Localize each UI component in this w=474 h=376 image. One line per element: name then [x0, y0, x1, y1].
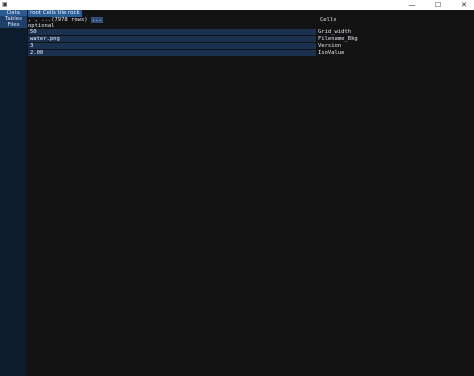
maximize-button[interactable]: ☐	[429, 0, 447, 10]
field-row: 3 Version	[28, 43, 358, 49]
field-row: 50 Grid_width	[28, 29, 358, 35]
isovalue-input[interactable]: 2.00	[28, 50, 316, 56]
field-label: Version	[318, 43, 342, 49]
breadcrumb[interactable]: root Cells tile rock	[28, 10, 82, 17]
panel-title: Cells	[320, 17, 337, 23]
window-titlebar: ▣ — ☐ ✕	[0, 0, 474, 10]
field-label: IsoValue	[318, 50, 345, 56]
minimize-button[interactable]: —	[403, 0, 421, 10]
version-input[interactable]: 3	[28, 43, 316, 49]
filename-bkg-input[interactable]: water.png	[28, 36, 316, 42]
more-button[interactable]: ...	[90, 17, 103, 23]
grid-width-input[interactable]: 50	[28, 29, 316, 35]
field-row: 2.00 IsoValue	[28, 50, 358, 56]
field-label: Grid_width	[318, 29, 352, 35]
sidebar: Data Tables Files	[0, 10, 27, 376]
row-count: (7978 rows)	[51, 17, 88, 23]
field-row: water.png Filename_Bkg	[28, 36, 358, 42]
app-icon: ▣	[2, 1, 8, 8]
sidebar-item-files[interactable]: Files	[0, 22, 27, 28]
field-label: Filename_Bkg	[318, 36, 358, 42]
close-button[interactable]: ✕	[455, 0, 473, 10]
